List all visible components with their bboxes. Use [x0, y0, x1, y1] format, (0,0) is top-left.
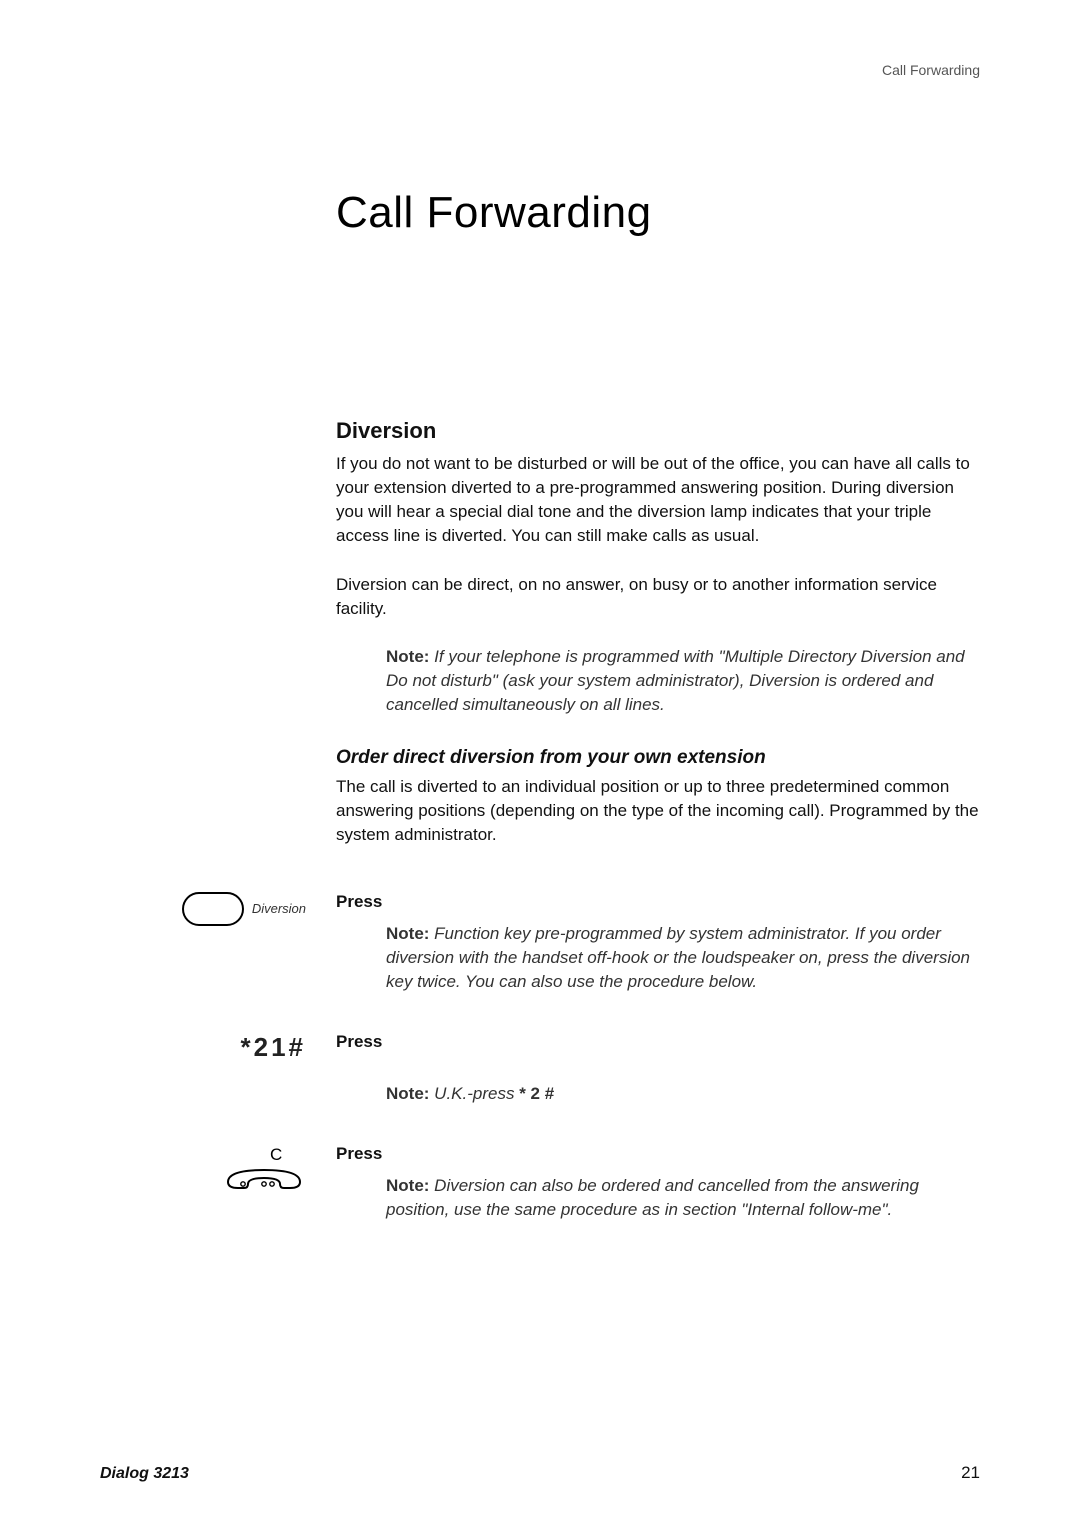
note-text-2: Function key pre-programmed by system ad… — [386, 924, 970, 991]
note-multiple-directory: Note: If your telephone is programmed wi… — [386, 645, 980, 717]
diversion-key-label: Diversion — [252, 901, 306, 916]
press-label-1: Press — [336, 892, 980, 912]
note-text: If your telephone is programmed with "Mu… — [386, 647, 965, 714]
note-label-3: Note: — [386, 1084, 429, 1103]
press-label-3: Press — [336, 1144, 980, 1164]
press-label-2: Press — [336, 1032, 980, 1052]
note-label: Note: — [386, 647, 429, 666]
dial-code: *21# — [241, 1032, 307, 1063]
note-uk-code: * 2 # — [519, 1084, 554, 1103]
note-uk-press: Note: U.K.-press * 2 # — [386, 1082, 980, 1106]
paragraph-intro: If you do not want to be disturbed or wi… — [336, 452, 980, 549]
paragraph-types: Diversion can be direct, on no answer, o… — [336, 573, 980, 621]
header-section-label: Call Forwarding — [100, 62, 980, 78]
note-text-3-prefix: U.K.-press — [429, 1084, 519, 1103]
note-answering-position: Note: Diversion can also be ordered and … — [386, 1174, 980, 1222]
paragraph-order-direct: The call is diverted to an individual po… — [336, 775, 980, 847]
note-label-4: Note: — [386, 1176, 429, 1195]
note-function-key: Note: Function key pre-programmed by sys… — [386, 922, 980, 994]
page-title: Call Forwarding — [336, 188, 980, 238]
section-heading-diversion: Diversion — [336, 418, 980, 444]
note-text-4: Diversion can also be ordered and cancel… — [386, 1176, 919, 1219]
footer-model: Dialog 3213 — [100, 1465, 189, 1483]
clear-handset-icon: C — [222, 1144, 306, 1201]
diversion-key-icon — [182, 892, 244, 926]
footer-page-number: 21 — [961, 1463, 980, 1483]
note-label-2: Note: — [386, 924, 429, 943]
svg-text:C: C — [270, 1145, 282, 1164]
subheading-order-direct: Order direct diversion from your own ext… — [336, 747, 980, 769]
